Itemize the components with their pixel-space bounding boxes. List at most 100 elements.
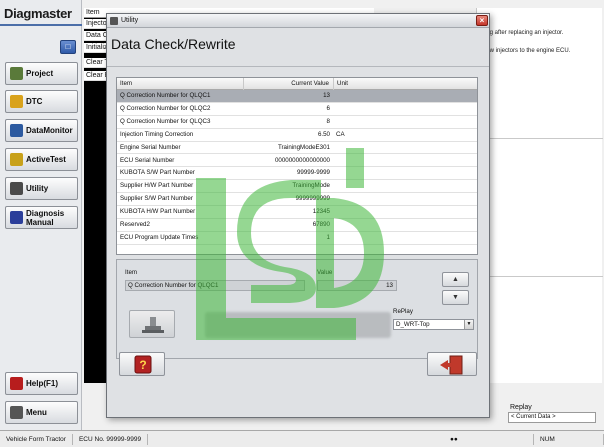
svg-text:?: ? [139,358,146,372]
list-item[interactable]: Injector C [84,19,108,29]
cell-item: Q Correction Number for QLQC2 [120,104,211,112]
list-item[interactable]: Data Chec [84,31,108,41]
detail-item-field: Q Correction Number for QLQC1 [125,280,305,291]
column-header-current-value[interactable]: Current Value [243,78,331,90]
list-item[interactable]: Clear EGR [84,71,108,81]
menu-button[interactable]: Menu [5,401,78,424]
increment-button[interactable]: ▲ [442,272,469,287]
replay-select[interactable]: D_WRT-Top ▼ [393,319,474,330]
brand-logo: Diagmaster [4,6,72,21]
nav-datamonitor-button[interactable]: DataMonitor [5,119,78,142]
status-model: Vehicle Form Tractor [0,433,73,445]
stamp-icon [142,317,164,333]
description-text: ring after replacing an injector. [483,30,564,36]
write-button[interactable] [129,310,175,338]
heading-divider [107,66,489,67]
cell-current-value: 6.50 [317,130,330,138]
table-row[interactable]: KUBOTA S/W Part Number 99999-9999 [117,167,477,181]
status-mode: NUM [534,433,604,445]
column-header-item[interactable]: Item [120,78,132,90]
cell-item: Supplier S/W Part Number [120,195,193,203]
cell-current-value: 8 [326,117,330,125]
collapse-sidebar-button[interactable]: □ [60,40,76,54]
table-row[interactable]: Q Correction Number for QLQC1 13 [117,90,477,103]
table-row[interactable]: Supplier H/W Part Number TrainingMode [117,180,477,194]
nav-diagnosis-manual-label: Diagnosis Manual [26,208,65,227]
detail-value-label: Value [317,269,333,276]
table-row[interactable]: ECU Program Update Times 1 [117,232,477,245]
cell-current-value: TrainingModeE301 [277,143,330,151]
cell-item: ECU Serial Number [120,156,175,164]
cell-current-value: TrainingMode [292,182,330,190]
help-icon [10,377,23,390]
table-row[interactable]: ECU Serial Number 0000000000000000 [117,155,477,168]
active-test-icon [10,153,23,166]
cell-current-value: 6 [326,104,330,112]
cell-current-value: 13 [323,92,330,99]
column-header-unit[interactable]: Unit [333,78,477,90]
nav-activetest-button[interactable]: ActiveTest [5,148,78,171]
table-row[interactable]: Q Correction Number for QLQC2 6 [117,103,477,116]
help-f1-button[interactable]: Help(F1) [5,372,78,395]
exit-door-icon [440,355,463,375]
table-row[interactable]: Engine Serial Number TrainingModeE301 [117,142,477,155]
nav-utility-label: Utility [26,184,49,193]
nav-utility-button[interactable]: Utility [5,177,78,200]
brand-underline [0,24,82,26]
cell-item: KUBOTA S/W Part Number [120,169,195,177]
detail-group: Item Q Correction Number for QLQC1 Value… [116,259,478,359]
cell-current-value: 12345 [312,208,330,216]
diagnosis-manual-icon [10,211,23,224]
panel-divider [477,276,603,277]
list-item[interactable]: Initializati [84,43,108,53]
status-indicator: ●● [444,433,534,445]
data-monitor-icon [10,124,23,137]
nav-project-button[interactable]: Project [5,62,78,85]
nav-dtc-button[interactable]: DTC [5,90,78,113]
cell-item: Reserved2 [120,221,150,228]
nav-datamonitor-label: DataMonitor [26,126,73,135]
dialog-titlebar[interactable]: Utility [107,14,489,28]
cell-item: Supplier H/W Part Number [120,182,194,190]
status-bar: Vehicle Form Tractor ECU No. 99999-9999 … [0,430,604,447]
status-spacer [148,434,444,445]
nav-dtc-label: DTC [26,97,43,106]
cell-unit: CA [336,130,345,138]
help-f1-label: Help(F1) [26,379,58,388]
nav-activetest-label: ActiveTest [26,155,66,164]
utility-icon [10,182,23,195]
table-row[interactable]: KUBOTA H/W Part Number 12345 [117,206,477,219]
list-item[interactable]: Clear Trip [84,58,108,68]
dialog-help-button[interactable]: ? [119,352,165,376]
dialog-window-title: Utility [121,17,139,24]
close-icon[interactable]: × [476,15,488,26]
table-row[interactable]: Injection Timing Correction 6.50 CA [117,129,477,142]
replay-select-value: D_WRT-Top [396,321,430,328]
cell-current-value: 0000000000000000 [274,156,330,164]
exit-button[interactable] [427,352,477,376]
replay-select[interactable]: < Current Data > [508,412,596,423]
help-icon: ? [134,355,152,374]
replay-label: RePlay [393,308,413,315]
cell-item: Q Correction Number for QLQC3 [120,117,211,125]
menu-label: Menu [26,408,47,417]
cell-current-value: 1 [326,233,330,241]
table-row[interactable]: Q Correction Number for QLQC3 8 [117,116,477,129]
arrow-up-icon: ▲ [452,276,459,283]
cell-item: ECU Program Update Times [120,233,199,241]
detail-value-field[interactable]: 13 [317,280,397,291]
cell-current-value: 67890 [312,221,330,228]
dialog-heading: Data Check/Rewrite [111,36,236,52]
decrement-button[interactable]: ▼ [442,290,469,305]
detail-item-label: Item [125,269,138,276]
chevron-down-icon[interactable]: ▼ [464,320,473,329]
data-check-dialog: Utility × Data Check/Rewrite Item Curren… [106,13,490,418]
replay-label: Replay [510,404,532,411]
dtc-icon [10,95,23,108]
nav-diagnosis-manual-button[interactable]: Diagnosis Manual [5,206,78,229]
table-row[interactable]: Reserved2 67890 [117,219,477,232]
table-row[interactable]: Supplier S/W Part Number 9999999999 [117,193,477,207]
data-table: Item Current Value Unit Q Correction Num… [116,77,478,255]
panel-divider [477,138,603,139]
nav-project-label: Project [26,69,54,78]
